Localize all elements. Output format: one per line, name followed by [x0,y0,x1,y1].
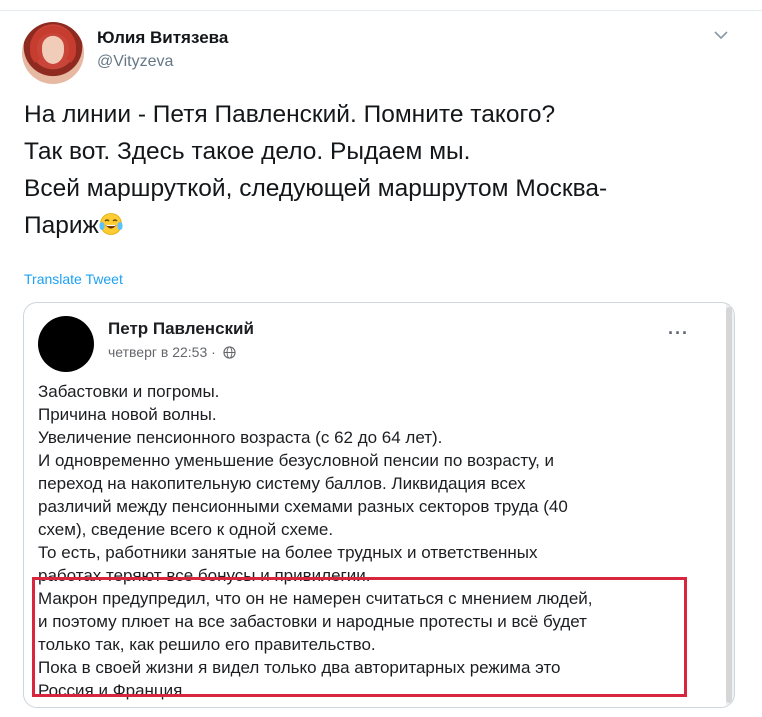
post-author-name: Петр Павленский [108,319,254,338]
author-handle[interactable]: @Vityzeva [97,53,173,71]
post-text-line: То есть, работники занятые на более труд… [38,543,538,562]
tweet-text-last-word: Париж [24,212,99,239]
post-text-line: схем), сведение всего к одной схеме. [38,520,334,539]
post-text-line: различий между пенсионными схемами разны… [38,497,568,516]
tweet: Юлия Витязева @Vityzeva На линии - Петя … [0,0,762,717]
post-scrollbar-thumb [726,307,732,703]
author-name[interactable]: Юлия Витязева [97,28,228,48]
tweet-text-line: На линии - Петя Павленский. Помните тако… [24,101,556,128]
author-avatar[interactable] [22,22,84,84]
tweet-text: На линии - Петя Павленский. Помните тако… [24,96,734,244]
divider [0,10,762,11]
post-text-line: переход на накопительную систему баллов.… [38,474,526,493]
red-highlight-box [32,577,687,697]
tweet-text-line: Так вот. Здесь такое дело. Рыдаем мы. [24,138,471,165]
tweet-text-line: Париж [24,207,734,244]
post-text-line: И одновременно уменьшение безусловной пе… [38,451,555,470]
globe-icon [223,346,236,359]
post-timestamp: четверг в 22:53 · [108,344,236,360]
more-options-icon: ··· [668,323,689,343]
tears-of-joy-emoji-icon [99,213,123,235]
embedded-post-screenshot[interactable]: Петр Павленский четверг в 22:53 · ··· За… [23,302,735,708]
post-author-avatar [38,316,94,372]
post-timestamp-text: четверг в 22:53 · [108,344,216,360]
tweet-text-line: Всей маршруткой, следующей маршрутом Мос… [24,175,608,202]
post-text-line: Причина новой волны. [38,405,217,424]
post-text-line: Увеличение пенсионного возраста (с 62 до… [38,428,443,447]
translate-tweet-link[interactable]: Translate Tweet [24,271,123,287]
post-text-line: Забастовки и погромы. [38,382,220,401]
chevron-down-icon[interactable] [712,28,730,42]
